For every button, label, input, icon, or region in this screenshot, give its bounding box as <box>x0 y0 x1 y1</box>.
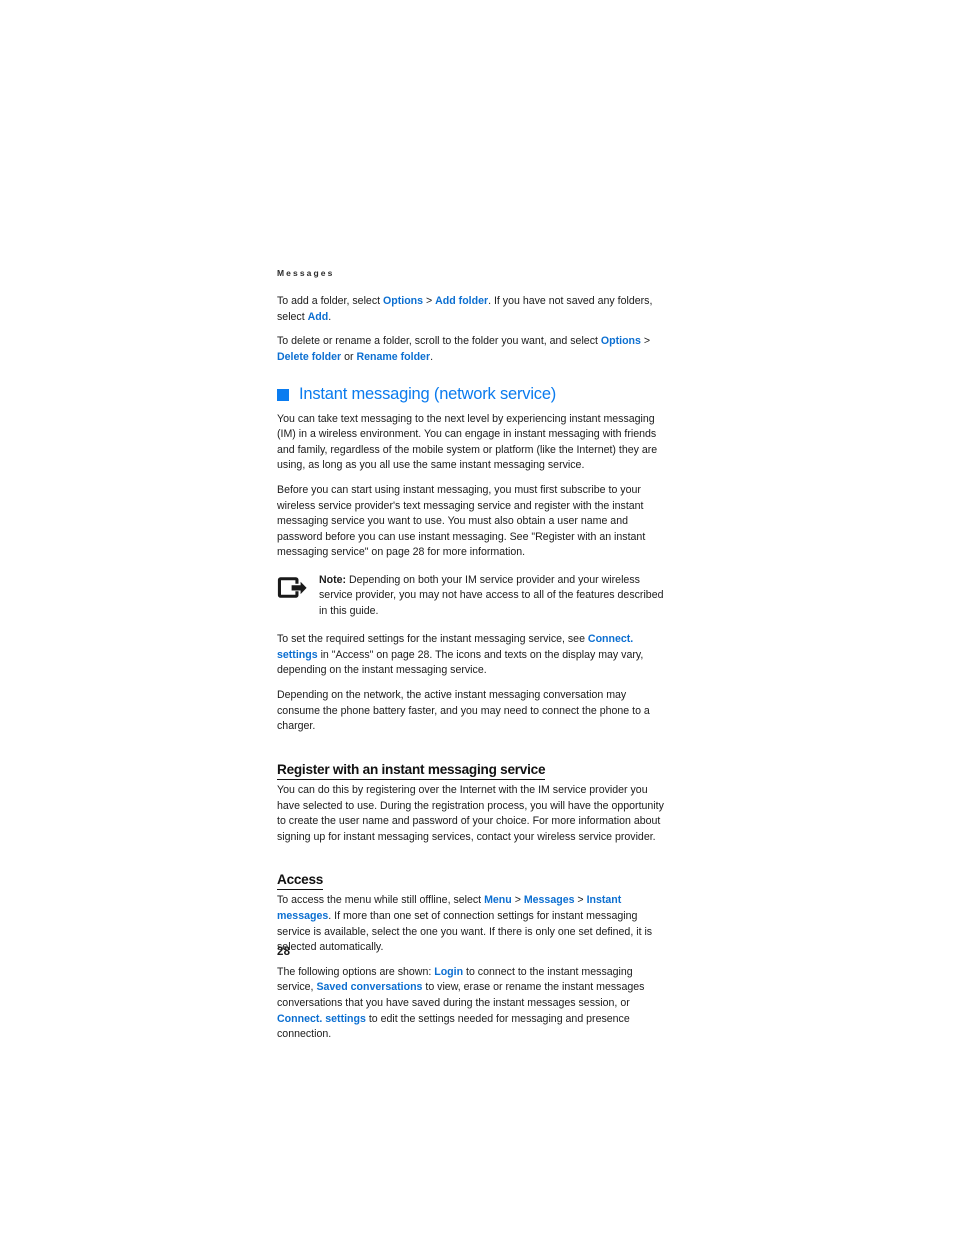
paragraph-add-folder: To add a folder, select Options > Add fo… <box>277 294 667 325</box>
ui-term-saved-conversations: Saved conversations <box>316 981 423 994</box>
paragraph-im-intro: You can take text messaging to the next … <box>277 412 658 472</box>
chapter-heading: Instant messaging (network service) <box>277 385 667 403</box>
paragraph-im-before-start: Before you can start using instant messa… <box>277 484 646 559</box>
note-body: Depending on both your IM service provid… <box>319 574 664 617</box>
ui-term-menu: Menu <box>484 894 512 907</box>
paragraph-access-options: The following options are shown: Login t… <box>277 965 667 1043</box>
ui-term-add: Add <box>307 310 329 323</box>
sub-heading-access: Access <box>277 872 323 891</box>
text-fragment: . <box>430 350 434 363</box>
paragraph-required-settings: To set the required settings for the ins… <box>277 632 667 679</box>
sub-heading-register-wrap: Register with an instant messaging servi… <box>277 744 667 783</box>
text-fragment: The following options are shown: <box>277 965 435 978</box>
ui-term-delete-folder: Delete folder <box>277 350 342 363</box>
paragraph-access-menu: To access the menu while still offline, … <box>277 893 667 955</box>
page-number: 28 <box>277 946 291 958</box>
note-arrow-icon <box>277 575 307 601</box>
ui-term-options: Options <box>600 335 641 348</box>
text-separator: > <box>640 335 651 348</box>
text-fragment: To access the menu while still offline, … <box>277 894 485 907</box>
ui-term-add-folder: Add folder <box>435 295 489 308</box>
note-label: Note: <box>319 574 347 587</box>
text-fragment: To delete or rename a folder, scroll to … <box>277 335 601 348</box>
ui-term-rename-folder: Rename folder <box>356 350 431 363</box>
paragraph-battery-note: Depending on the network, the active ins… <box>277 689 650 733</box>
ui-term-options: Options <box>383 295 424 308</box>
running-head: Messages <box>277 268 335 278</box>
paragraph-delete-rename-folder: To delete or rename a folder, scroll to … <box>277 334 667 365</box>
sub-heading-register: Register with an instant messaging servi… <box>277 762 546 780</box>
ui-term-messages: Messages <box>523 894 575 907</box>
text-fragment: in "Access" on page 28. The icons and te… <box>277 648 644 677</box>
text-separator: > <box>574 894 587 907</box>
text-fragment: To set the required settings for the ins… <box>277 633 588 646</box>
text-fragment: To add a folder, select <box>277 295 384 308</box>
sub-heading-access-wrap: Access <box>277 854 667 893</box>
text-fragment: . If more than one set of connection set… <box>277 910 653 954</box>
text-separator: > <box>423 295 436 308</box>
text-fragment: . <box>328 310 332 323</box>
document-page-content: Messages To add a folder, select Options… <box>277 268 667 1052</box>
paragraph-register-body: You can do this by registering over the … <box>277 783 664 843</box>
ui-term-login: Login <box>434 965 464 978</box>
note-block: Note: Depending on both your IM service … <box>277 573 667 619</box>
note-text: Note: Depending on both your IM service … <box>319 573 667 619</box>
text-separator: > <box>511 894 524 907</box>
text-fragment: or <box>341 350 357 363</box>
blue-square-bullet-icon <box>277 388 289 401</box>
ui-term-connect-settings: Connect. settings <box>277 1012 366 1025</box>
chapter-heading-label: Instant messaging (network service) <box>299 384 557 403</box>
